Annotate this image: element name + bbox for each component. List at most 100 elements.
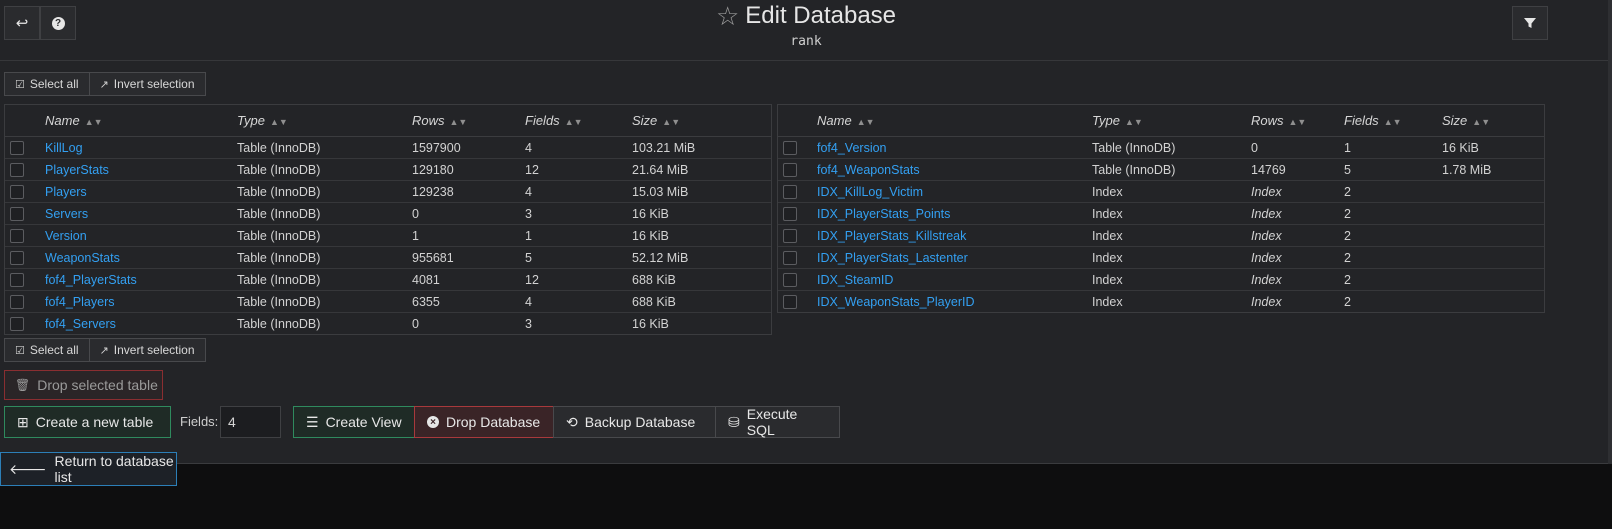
table-rows: 129238 [412, 180, 525, 203]
select-all-button[interactable]: ☑ Select all [4, 72, 90, 96]
row-checkbox[interactable] [783, 206, 797, 221]
col-rows-header[interactable]: Rows ▲▼ [1251, 105, 1344, 137]
table-name-link[interactable]: Version [45, 229, 87, 243]
execute-sql-button[interactable]: ⛁ Execute SQL [715, 406, 840, 438]
filter-button[interactable] [1512, 6, 1548, 40]
row-checkbox[interactable] [783, 294, 797, 309]
table-name-link[interactable]: WeaponStats [45, 251, 120, 265]
table-name-link[interactable]: Servers [45, 207, 88, 221]
row-checkbox[interactable] [10, 294, 24, 309]
row-checkbox[interactable] [783, 162, 797, 177]
header-divider [0, 60, 1612, 61]
row-checkbox[interactable] [10, 250, 24, 265]
table-row: fof4_Players Table (InnoDB) 6355 4 688 KiB [5, 290, 771, 313]
row-checkbox[interactable] [10, 272, 24, 287]
table-name-link[interactable]: IDX_KillLog_Victim [817, 185, 923, 199]
table-name-link[interactable]: Players [45, 185, 87, 199]
table-name-link[interactable]: fof4_PlayerStats [45, 273, 137, 287]
col-name-header[interactable]: Name ▲▼ [817, 105, 1092, 137]
table-name-link[interactable]: fof4_Players [45, 295, 114, 309]
table-rows: Index [1251, 202, 1344, 225]
database-icon: ⛁ [728, 413, 740, 430]
table-type: Index [1092, 294, 1123, 309]
table-name-link[interactable]: IDX_SteamID [817, 273, 893, 287]
table-size: 15.03 MiB [632, 180, 771, 203]
table-name-link[interactable]: IDX_PlayerStats_Lastenter [817, 251, 968, 265]
table-type: Table (InnoDB) [237, 224, 412, 247]
table-row: PlayerStats Table (InnoDB) 129180 12 21.64 M… [5, 158, 771, 181]
table-type: Table (InnoDB) [237, 316, 321, 331]
drop-selected-table-button[interactable]: 🗑 Drop selected table [4, 370, 163, 400]
table-row: Servers Table (InnoDB) 0 3 16 KiB [5, 202, 771, 225]
col-fields-header[interactable]: Fields ▲▼ [1344, 105, 1442, 137]
col-name-header[interactable]: Name ▲▼ [45, 105, 237, 137]
table-name-link[interactable]: fof4_WeaponStats [817, 163, 920, 177]
table-rows: 0 [412, 202, 525, 225]
table-size [1442, 291, 1544, 313]
row-checkbox[interactable] [10, 184, 24, 199]
col-fields-header[interactable]: Fields ▲▼ [525, 105, 632, 137]
table-rows: 955681 [412, 246, 525, 269]
row-checkbox[interactable] [783, 250, 797, 265]
table-size [1442, 202, 1544, 225]
table-name-link[interactable]: IDX_WeaponStats_PlayerID [817, 295, 975, 309]
table-fields: 2 [1344, 246, 1442, 269]
backup-database-button[interactable]: ⟲ Backup Database [553, 406, 716, 438]
row-checkbox[interactable] [10, 206, 24, 221]
col-size-header[interactable]: Size ▲▼ [632, 105, 771, 137]
create-view-button[interactable]: ☰ Create View [293, 406, 415, 438]
table-size: 103.21 MiB [632, 136, 771, 159]
drop-database-button[interactable]: × Drop Database [414, 406, 554, 438]
selection-toolbar-top: ☑ Select all ↗ Invert selection [4, 72, 206, 96]
row-checkbox[interactable] [783, 140, 797, 155]
page-title-wrap: ☆ Edit Database [0, 2, 1612, 30]
table-type: Table (InnoDB) [237, 202, 412, 225]
table-row: fof4_WeaponStats Table (InnoDB) 14769 5 1.78… [778, 158, 1544, 181]
share-square-icon: ↗ [99, 78, 109, 91]
fields-label: Fields: [180, 414, 219, 429]
table-rows: Index [1251, 246, 1344, 269]
table-row: IDX_PlayerStats_Points Index Index 2 [778, 202, 1544, 225]
table-rows: 1 [412, 224, 525, 247]
row-checkbox[interactable] [10, 228, 24, 243]
table-rows: 4081 [412, 268, 525, 291]
col-type-header[interactable]: Type ▲▼ [1092, 105, 1251, 137]
table-header: Name ▲▼ Type ▲▼ Rows ▲▼ Fields ▲▼ Size ▲▼ [5, 105, 771, 137]
create-table-button[interactable]: ⊞ Create a new table [4, 406, 171, 438]
table-type: Index [1092, 202, 1251, 225]
table-rows: 0 [1251, 136, 1344, 159]
row-checkbox[interactable] [783, 272, 797, 287]
table-fields: 4 [525, 180, 632, 203]
table-name-link[interactable]: fof4_Version [817, 141, 887, 155]
arrow-left-icon: 🡐 [9, 460, 47, 477]
row-checkbox[interactable] [10, 162, 24, 177]
fields-count-input[interactable] [220, 406, 281, 438]
table-fields: 1 [1344, 136, 1442, 159]
select-all-button[interactable]: ☑ Select all [4, 338, 90, 362]
table-fields: 2 [1344, 268, 1442, 291]
table-fields: 3 [525, 316, 532, 331]
table-name-link[interactable]: IDX_PlayerStats_Points [817, 207, 950, 221]
table-name-link[interactable]: KillLog [45, 141, 83, 155]
scrollbar[interactable] [1608, 0, 1612, 464]
table-size [1442, 268, 1544, 291]
col-size-header[interactable]: Size ▲▼ [1442, 105, 1544, 137]
table-rows: 6355 [412, 290, 525, 313]
return-to-database-list-button[interactable]: 🡐 Return to database list [0, 452, 177, 486]
table-fields: 4 [525, 290, 632, 313]
col-rows-header[interactable]: Rows ▲▼ [412, 105, 525, 137]
row-checkbox[interactable] [783, 184, 797, 199]
row-checkbox[interactable] [10, 140, 24, 155]
table-type: Table (InnoDB) [237, 180, 412, 203]
add-table-icon: ⊞ [17, 413, 29, 430]
row-checkbox[interactable] [783, 228, 797, 243]
row-checkbox[interactable] [10, 316, 24, 331]
table-name-link[interactable]: PlayerStats [45, 163, 109, 177]
invert-selection-button[interactable]: ↗ Invert selection [89, 338, 206, 362]
col-type-header[interactable]: Type ▲▼ [237, 105, 412, 137]
invert-selection-button[interactable]: ↗ Invert selection [89, 72, 206, 96]
table-name-link[interactable]: fof4_Servers [45, 317, 116, 331]
table-type: Table (InnoDB) [237, 158, 412, 181]
star-icon[interactable]: ☆ [716, 3, 739, 29]
table-name-link[interactable]: IDX_PlayerStats_Killstreak [817, 229, 966, 243]
